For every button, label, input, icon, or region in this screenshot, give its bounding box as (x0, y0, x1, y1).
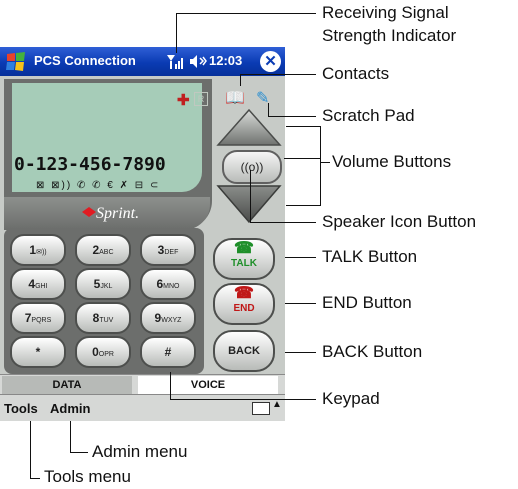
end-button[interactable]: ☎ END (213, 283, 275, 325)
callout-line-vol-mid (284, 158, 320, 159)
tab-voice[interactable]: VOICE (138, 376, 278, 394)
close-icon[interactable]: ✕ (260, 51, 281, 72)
callout-line-scratch (268, 116, 316, 117)
key-3[interactable]: 3DEF (140, 234, 196, 266)
callout-line-tools (30, 478, 40, 479)
callout-line-vol-top (286, 126, 320, 127)
callout-scratch-pad: Scratch Pad (322, 106, 415, 125)
key-4[interactable]: 4GHI (10, 268, 66, 300)
callout-line-talk (285, 257, 316, 258)
callout-volume-buttons: Volume Buttons (332, 152, 452, 171)
volume-icon[interactable] (189, 53, 207, 70)
end-label: END (233, 303, 255, 314)
sprint-logo: Sprint. (96, 205, 140, 222)
callout-line-signal (176, 13, 177, 53)
volume-up-button[interactable] (214, 107, 284, 147)
key-0[interactable]: 0OPR (75, 336, 131, 368)
device-screen: PCS Connection 12:03 ✕ ✚ R 0-123-456-789… (0, 47, 285, 421)
back-button[interactable]: BACK (213, 330, 275, 372)
callout-keypad: Keypad (322, 389, 380, 408)
keypad: 1✉)) 2ABC 3DEF 4GHI 5JKL 6MNO 7PQRS 8TUV… (4, 228, 204, 374)
handset-green-icon: ☎ (234, 240, 254, 257)
menu-admin[interactable]: Admin (50, 401, 90, 416)
contacts-icon[interactable]: 📖 (225, 88, 245, 108)
callout-line-speaker-v (250, 170, 251, 222)
lcd-display (12, 83, 202, 192)
menu-tools[interactable]: Tools (4, 401, 38, 416)
roaming-icon: ✚ (177, 92, 190, 109)
callout-line-vol-bot (286, 205, 320, 206)
talk-label: TALK (231, 258, 257, 269)
callout-line-contacts-v (240, 74, 241, 86)
title-bar: PCS Connection 12:03 ✕ (0, 47, 285, 76)
callout-line-contacts (240, 74, 316, 75)
callout-contacts: Contacts (322, 64, 390, 83)
callout-line-scratch-v (268, 103, 269, 117)
back-label: BACK (228, 345, 260, 357)
key-5[interactable]: 5JKL (75, 268, 131, 300)
key-8[interactable]: 8TUV (75, 302, 131, 334)
phone-number: 0-123-456-7890 (14, 154, 166, 175)
sprint-logo-icon (82, 207, 96, 217)
callout-line-tools-v (30, 421, 31, 478)
callout-line-keypad (170, 399, 316, 400)
talk-button[interactable]: ☎ TALK (213, 238, 275, 280)
callout-admin-menu: Admin menu (92, 442, 188, 461)
key-7[interactable]: 7PQRS (10, 302, 66, 334)
key-2[interactable]: 2ABC (75, 234, 131, 266)
callout-line-speaker (250, 222, 316, 223)
callout-line-admin (70, 452, 88, 453)
callout-line-end (285, 303, 316, 304)
status-icons: ⊠ ⊠)) ✆ ✆ € ✗ ⊟ ⊂ (36, 180, 161, 191)
callout-line-signal-h (176, 13, 316, 14)
callout-tools-menu: Tools menu (44, 467, 131, 486)
key-star[interactable]: * (10, 336, 66, 368)
callout-talk-button: TALK Button (322, 247, 418, 266)
input-arrow-icon[interactable]: ▲ (272, 399, 282, 410)
key-1[interactable]: 1✉)) (10, 234, 66, 266)
registered-icon: R (194, 92, 208, 106)
tab-data[interactable]: DATA (2, 376, 132, 394)
handset-red-icon: ☎ (234, 285, 254, 302)
callout-line-keypad-v (170, 372, 171, 400)
callout-line-vol-h (320, 162, 330, 163)
callout-end-button: END Button (322, 293, 412, 312)
key-6[interactable]: 6MNO (140, 268, 196, 300)
callout-signal-line2: Strength Indicator (322, 26, 457, 45)
signal-strength-icon[interactable] (166, 53, 186, 70)
callout-line-admin-v (70, 421, 71, 452)
volume-down-button[interactable] (214, 184, 284, 224)
app-title: PCS Connection (34, 53, 136, 68)
speaker-button[interactable]: ((o)) (222, 150, 282, 184)
callout-back-button: BACK Button (322, 342, 423, 361)
key-9[interactable]: 9WXYZ (140, 302, 196, 334)
callout-line-vol-v (320, 126, 321, 206)
windows-start-icon[interactable] (4, 50, 28, 73)
callout-line-back (285, 352, 316, 353)
callout-speaker-icon-button: Speaker Icon Button (322, 212, 477, 231)
callout-signal-line1: Receiving Signal (322, 3, 449, 22)
keyboard-icon[interactable] (252, 402, 270, 415)
clock[interactable]: 12:03 (209, 53, 242, 68)
key-hash[interactable]: # (140, 336, 196, 368)
